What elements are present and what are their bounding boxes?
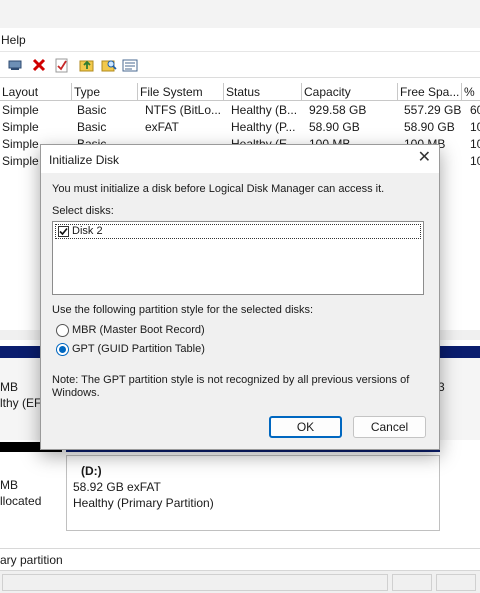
cell-layout: Simple xyxy=(2,103,39,117)
note-line-2: Windows. xyxy=(52,387,100,399)
partition-letter: (D:) xyxy=(81,464,102,478)
cell-free-space: 557.29 GB xyxy=(404,103,462,117)
status-segment xyxy=(392,574,432,591)
cell-free-space: 58.90 GB xyxy=(404,120,455,134)
menu-help[interactable]: Help xyxy=(1,33,26,47)
menu-bar: Help xyxy=(0,28,480,52)
col-free-space[interactable]: Free Spa... xyxy=(398,83,462,101)
cell-capacity: 58.90 GB xyxy=(309,120,360,134)
ok-button[interactable]: OK xyxy=(269,416,342,438)
delete-icon[interactable] xyxy=(30,56,48,74)
table-row[interactable]: Simple Basic exFAT Healthy (P... 58.90 G… xyxy=(0,119,480,136)
col-type[interactable]: Type xyxy=(72,83,138,101)
cell-type: Basic xyxy=(77,120,107,134)
cell-file-system: exFAT xyxy=(145,120,179,134)
note-line-1: Note: The GPT partition style is not rec… xyxy=(52,374,410,386)
dialog-intro-text: You must initialize a disk before Logica… xyxy=(52,183,385,195)
volume-table-header: Layout Type File System Status Capacity … xyxy=(0,83,480,101)
list-item-disk-2[interactable]: Disk 2 xyxy=(55,224,421,239)
disk-0-status: lthy (EFI xyxy=(0,396,45,410)
select-disks-label: Select disks: xyxy=(52,205,114,217)
gpt-label[interactable]: GPT (GUID Partition Table) xyxy=(72,343,205,355)
cancel-button[interactable]: Cancel xyxy=(353,416,426,438)
cell-status: Healthy (P... xyxy=(231,120,296,134)
cell-percent: 10 xyxy=(470,154,480,168)
partition-style-label: Use the following partition style for th… xyxy=(52,304,314,316)
disk-2-checkbox[interactable] xyxy=(58,226,69,237)
search-folder-icon[interactable] xyxy=(100,56,118,74)
legend-bar: ary partition xyxy=(0,548,480,570)
disk-0-size: MB xyxy=(0,380,18,394)
cell-file-system: NTFS (BitLo... xyxy=(145,103,222,117)
disk-list[interactable]: Disk 2 xyxy=(52,221,424,295)
disk-2-size: MB xyxy=(0,478,18,492)
initialize-disk-dialog: Initialize Disk ✕ You must initialize a … xyxy=(40,144,440,450)
cell-percent: 10 xyxy=(470,120,480,134)
cell-capacity: 929.58 GB xyxy=(309,103,367,117)
cell-percent: 60 xyxy=(470,103,480,117)
folder-up-icon[interactable] xyxy=(78,56,96,74)
partition-size-fs: 58.92 GB exFAT xyxy=(73,480,161,494)
title-strip xyxy=(0,0,480,28)
col-layout[interactable]: Layout xyxy=(0,83,72,101)
cell-layout: Simple xyxy=(2,120,39,134)
toolbar xyxy=(0,52,480,78)
partition-status: Healthy (Primary Partition) xyxy=(73,496,214,510)
disk-2-status: llocated xyxy=(0,494,42,508)
partition-d[interactable]: (D:) 58.92 GB exFAT Healthy (Primary Par… xyxy=(66,455,440,531)
cell-status: Healthy (B... xyxy=(231,103,298,117)
dialog-title-bar: Initialize Disk ✕ xyxy=(41,145,439,173)
col-status[interactable]: Status xyxy=(224,83,302,101)
properties-icon[interactable] xyxy=(6,56,24,74)
col-percent[interactable]: % xyxy=(462,83,480,101)
status-bar xyxy=(0,570,480,593)
check-icon[interactable] xyxy=(53,56,71,74)
mbr-label[interactable]: MBR (Master Boot Record) xyxy=(72,324,205,336)
cell-percent: 10 xyxy=(470,137,480,151)
legend-primary-partition: ary partition xyxy=(0,553,63,567)
gpt-radio[interactable] xyxy=(56,343,69,356)
table-row[interactable]: Simple Basic NTFS (BitLo... Healthy (B..… xyxy=(0,102,480,119)
disk-2-label: Disk 2 xyxy=(72,225,103,237)
close-icon[interactable]: ✕ xyxy=(418,150,431,166)
col-file-system[interactable]: File System xyxy=(138,83,224,101)
cell-type: Basic xyxy=(77,103,107,117)
mbr-radio[interactable] xyxy=(56,324,69,337)
status-segment xyxy=(436,574,476,591)
col-capacity[interactable]: Capacity xyxy=(302,83,398,101)
dialog-title: Initialize Disk xyxy=(49,153,120,167)
status-segment xyxy=(2,574,388,591)
list-icon[interactable] xyxy=(121,56,139,74)
